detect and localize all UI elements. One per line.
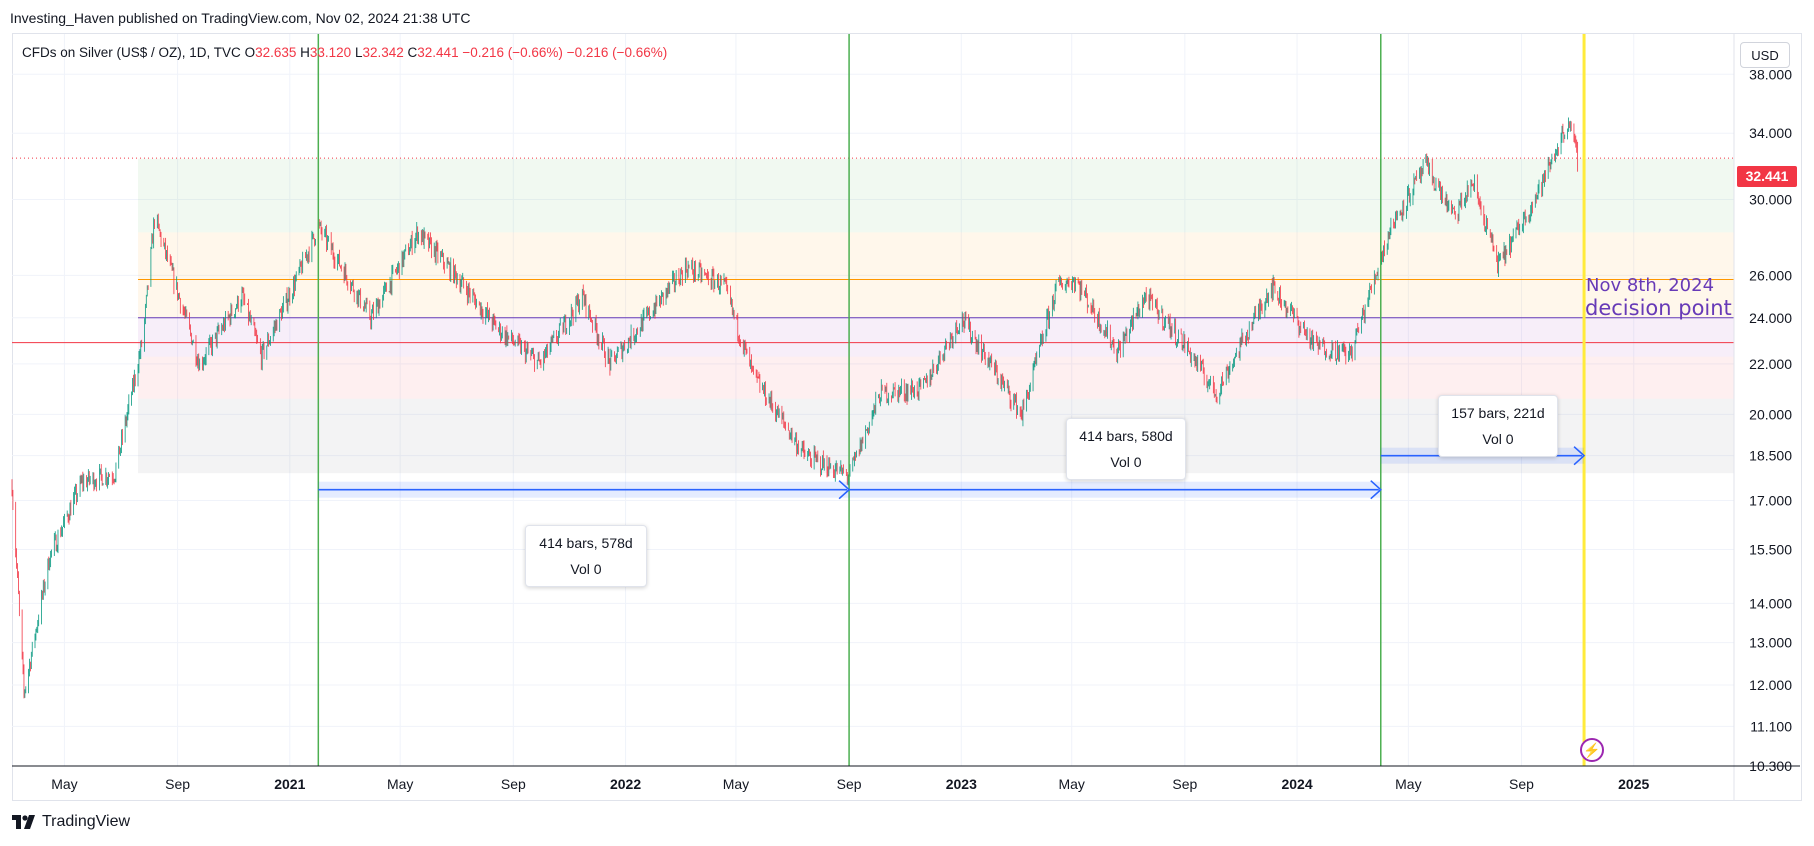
tradingview-logo-text: TradingView [42, 813, 131, 830]
time-tick-label-12: May [1395, 776, 1421, 792]
time-tick-label-7: Sep [837, 776, 862, 792]
legend-open-label: O [244, 45, 256, 60]
price-tick-label-10: 14.000 [1749, 595, 1792, 611]
annotation-text: decision point [1585, 296, 1732, 320]
measure-label-2: 414 bars, 580d Vol 0 [1066, 418, 1186, 480]
price-tick-label-4: 24.000 [1749, 310, 1792, 326]
price-tick-label-13: 11.100 [1750, 718, 1792, 734]
symbol-legend: CFDs on Silver (US$ / OZ), 1D, TVC O32.6… [22, 45, 667, 60]
legend-high-label: H [300, 45, 310, 60]
tradingview-logo-icon [12, 815, 38, 829]
time-tick-label-5: 2022 [610, 776, 641, 792]
lightning-icon[interactable]: ⚡ [1580, 738, 1604, 762]
price-tick-label-5: 22.000 [1749, 356, 1792, 372]
legend-close-value: 32.441 [417, 45, 459, 60]
time-tick-label-10: Sep [1172, 776, 1197, 792]
time-tick-label-13: Sep [1509, 776, 1534, 792]
currency-button[interactable]: USD [1740, 42, 1790, 68]
price-tick-label-6: 20.000 [1749, 406, 1792, 422]
measure-3-vol: Vol 0 [1482, 431, 1514, 447]
legend-symbol: CFDs on Silver (US$ / OZ), 1D, TVC [22, 45, 241, 60]
legend-change-2: −0.216 (−0.66%) [566, 45, 668, 60]
zone-band-2 [138, 317, 1734, 357]
tradingview-logo[interactable]: TradingView [12, 813, 130, 831]
legend-high-value: 33.120 [309, 45, 352, 60]
price-tick-label-14: 10.300 [1749, 758, 1792, 774]
zone-band-0 [138, 158, 1734, 233]
price-tick-label-1: 34.000 [1749, 125, 1792, 141]
measure-1-vol: Vol 0 [570, 561, 602, 577]
legend-low-value: 32.342 [362, 45, 404, 60]
last-price-badge: 32.441 [1737, 166, 1797, 187]
price-tick-label-11: 13.000 [1749, 635, 1792, 651]
time-tick-label-11: 2024 [1281, 776, 1312, 792]
annotation-date: Nov 8th, 2024 [1586, 275, 1715, 296]
measure-label-1: 414 bars, 578d Vol 0 [525, 525, 647, 587]
time-tick-label-0: May [51, 776, 77, 792]
price-tick-label-3: 26.000 [1749, 267, 1792, 283]
time-tick-label-6: May [723, 776, 749, 792]
legend-open-value: 32.635 [255, 45, 297, 60]
price-tick-label-8: 17.000 [1749, 492, 1792, 508]
measure-3-bars: 157 bars, 221d [1451, 405, 1545, 421]
price-tick-label-7: 18.500 [1749, 448, 1792, 464]
legend-change: −0.216 (−0.66%) [462, 45, 563, 60]
measure-2-bars: 414 bars, 580d [1079, 428, 1173, 444]
zone-band-3 [138, 356, 1734, 399]
time-tick-label-9: May [1058, 776, 1084, 792]
measure-2-vol: Vol 0 [1110, 454, 1142, 470]
price-tick-label-2: 30.000 [1749, 192, 1792, 208]
decision-point-annotation: Nov 8th, 2024 decision point [1585, 274, 1732, 320]
price-tick-label-9: 15.500 [1749, 541, 1792, 557]
time-tick-label-4: Sep [501, 776, 526, 792]
time-tick-label-2: 2021 [274, 776, 305, 792]
time-tick-label-1: Sep [165, 776, 190, 792]
time-tick-label-8: 2023 [946, 776, 977, 792]
price-tick-label-12: 12.000 [1749, 677, 1792, 693]
time-tick-label-3: May [387, 776, 413, 792]
legend-close-label: C [407, 45, 418, 60]
measure-1-bars: 414 bars, 578d [539, 535, 633, 551]
time-tick-label-14: 2025 [1618, 776, 1649, 792]
measure-label-3: 157 bars, 221d Vol 0 [1438, 395, 1558, 457]
